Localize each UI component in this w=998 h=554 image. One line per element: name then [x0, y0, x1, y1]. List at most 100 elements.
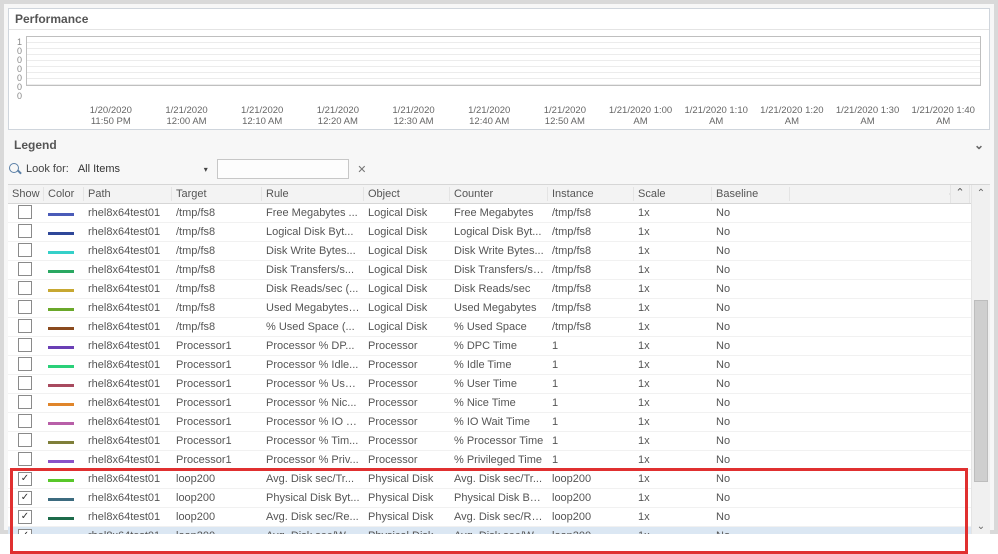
cell-spacer — [790, 516, 950, 518]
col-show[interactable]: Show — [8, 187, 44, 201]
cell-spacer — [790, 402, 950, 404]
cell-target: loop200 — [172, 529, 262, 534]
cell-show — [8, 375, 44, 394]
show-checkbox[interactable] — [18, 395, 32, 409]
cell-baseline: No — [712, 244, 790, 258]
show-checkbox[interactable]: ✓ — [18, 529, 32, 534]
show-checkbox[interactable] — [18, 338, 32, 352]
cell-instance: 1 — [548, 377, 634, 391]
cell-baseline: No — [712, 434, 790, 448]
scroll-up-button[interactable]: ⌃ — [950, 185, 970, 203]
cell-color — [44, 529, 84, 534]
x-tick: 1/21/2020 1:10AM — [678, 105, 754, 127]
table-row[interactable]: rhel8x64test01/tmp/fs8Disk Transfers/s..… — [8, 261, 990, 280]
table-row[interactable]: rhel8x64test01/tmp/fs8Logical Disk Byt..… — [8, 223, 990, 242]
table-row[interactable]: rhel8x64test01/tmp/fs8Disk Reads/sec (..… — [8, 280, 990, 299]
col-target[interactable]: Target — [172, 187, 262, 201]
cell-path: rhel8x64test01 — [84, 510, 172, 524]
x-tick: 1/21/202012:20 AM — [300, 105, 376, 127]
cell-show — [8, 204, 44, 223]
cell-counter: Used Megabytes — [450, 301, 548, 315]
cell-spacer — [790, 364, 950, 366]
legend-grid: Show Color Path Target Rule Object Count… — [8, 184, 990, 534]
table-row[interactable]: rhel8x64test01Processor1Processor % IO T… — [8, 413, 990, 432]
cell-show: ✓ — [8, 528, 44, 534]
scroll-up-icon[interactable]: ⌃ — [972, 185, 990, 201]
scroll-down-icon[interactable]: ⌄ — [972, 518, 990, 534]
clear-search-button[interactable]: ✕ — [353, 160, 371, 178]
table-row[interactable]: rhel8x64test01Processor1Processor % Idle… — [8, 356, 990, 375]
cell-baseline: No — [712, 529, 790, 534]
show-checkbox[interactable] — [18, 357, 32, 371]
show-checkbox[interactable] — [18, 433, 32, 447]
cell-show — [8, 261, 44, 280]
col-object[interactable]: Object — [364, 187, 450, 201]
x-tick: 1/21/2020 1:00AM — [603, 105, 679, 127]
show-checkbox[interactable]: ✓ — [18, 472, 32, 486]
legend-header[interactable]: Legend ⌄ — [8, 134, 990, 156]
cell-instance: /tmp/fs8 — [548, 225, 634, 239]
table-row[interactable]: rhel8x64test01Processor1Processor % Tim.… — [8, 432, 990, 451]
chart-plot-area[interactable] — [26, 36, 981, 86]
cell-object: Processor — [364, 434, 450, 448]
cell-scale: 1x — [634, 282, 712, 296]
col-path[interactable]: Path — [84, 187, 172, 201]
table-row[interactable]: rhel8x64test01Processor1Processor % DP..… — [8, 337, 990, 356]
cell-object: Logical Disk — [364, 244, 450, 258]
show-checkbox[interactable]: ✓ — [18, 510, 32, 524]
table-row[interactable]: rhel8x64test01/tmp/fs8Disk Write Bytes..… — [8, 242, 990, 261]
cell-instance: 1 — [548, 434, 634, 448]
table-row[interactable]: rhel8x64test01Processor1Processor % Use.… — [8, 375, 990, 394]
col-counter[interactable]: Counter — [450, 187, 548, 201]
color-swatch — [48, 308, 74, 311]
cell-target: /tmp/fs8 — [172, 320, 262, 334]
scrollbar-thumb[interactable] — [974, 300, 988, 482]
show-checkbox[interactable] — [18, 262, 32, 276]
col-rule[interactable]: Rule — [262, 187, 364, 201]
cell-scale: 1x — [634, 510, 712, 524]
color-swatch — [48, 498, 74, 501]
cell-spacer — [790, 421, 950, 423]
cell-instance: 1 — [548, 358, 634, 372]
show-checkbox[interactable] — [18, 376, 32, 390]
cell-counter: % User Time — [450, 377, 548, 391]
cell-color — [44, 453, 84, 467]
cell-counter: Free Megabytes — [450, 206, 548, 220]
x-tick: 1/21/202012:00 AM — [149, 105, 225, 127]
filter-dropdown[interactable]: All Items ▾ — [73, 158, 213, 180]
search-input[interactable] — [217, 159, 349, 179]
col-instance[interactable]: Instance — [548, 187, 634, 201]
cell-instance: /tmp/fs8 — [548, 263, 634, 277]
show-checkbox[interactable] — [18, 243, 32, 257]
show-checkbox[interactable] — [18, 300, 32, 314]
show-checkbox[interactable] — [18, 224, 32, 238]
table-row[interactable]: ✓rhel8x64test01loop200Avg. Disk sec/Re..… — [8, 508, 990, 527]
show-checkbox[interactable] — [18, 319, 32, 333]
cell-spacer — [790, 250, 950, 252]
cell-target: /tmp/fs8 — [172, 263, 262, 277]
table-row[interactable]: rhel8x64test01/tmp/fs8Used Megabytes ...… — [8, 299, 990, 318]
table-row[interactable]: rhel8x64test01Processor1Processor % Nic.… — [8, 394, 990, 413]
vertical-scrollbar[interactable]: ⌃ ⌄ — [971, 185, 990, 534]
show-checkbox[interactable] — [18, 452, 32, 466]
table-row[interactable]: rhel8x64test01/tmp/fs8% Used Space (...L… — [8, 318, 990, 337]
cell-instance: 1 — [548, 396, 634, 410]
table-row[interactable]: rhel8x64test01Processor1Processor % Priv… — [8, 451, 990, 470]
col-baseline[interactable]: Baseline — [712, 187, 790, 201]
show-checkbox[interactable] — [18, 205, 32, 219]
table-row[interactable]: ✓rhel8x64test01loop200Avg. Disk sec/W...… — [8, 527, 990, 534]
show-checkbox[interactable] — [18, 414, 32, 428]
table-row[interactable]: rhel8x64test01/tmp/fs8Free Megabytes ...… — [8, 204, 990, 223]
show-checkbox[interactable]: ✓ — [18, 491, 32, 505]
show-checkbox[interactable] — [18, 281, 32, 295]
col-color[interactable]: Color — [44, 187, 84, 201]
cell-rule: Used Megabytes ... — [262, 301, 364, 315]
col-scale[interactable]: Scale — [634, 187, 712, 201]
color-swatch — [48, 365, 74, 368]
cell-scroll-gutter — [950, 269, 970, 271]
table-row[interactable]: ✓rhel8x64test01loop200Physical Disk Byt.… — [8, 489, 990, 508]
cell-color — [44, 510, 84, 524]
table-row[interactable]: ✓rhel8x64test01loop200Avg. Disk sec/Tr..… — [8, 470, 990, 489]
cell-color — [44, 377, 84, 391]
cell-counter: % Processor Time — [450, 434, 548, 448]
